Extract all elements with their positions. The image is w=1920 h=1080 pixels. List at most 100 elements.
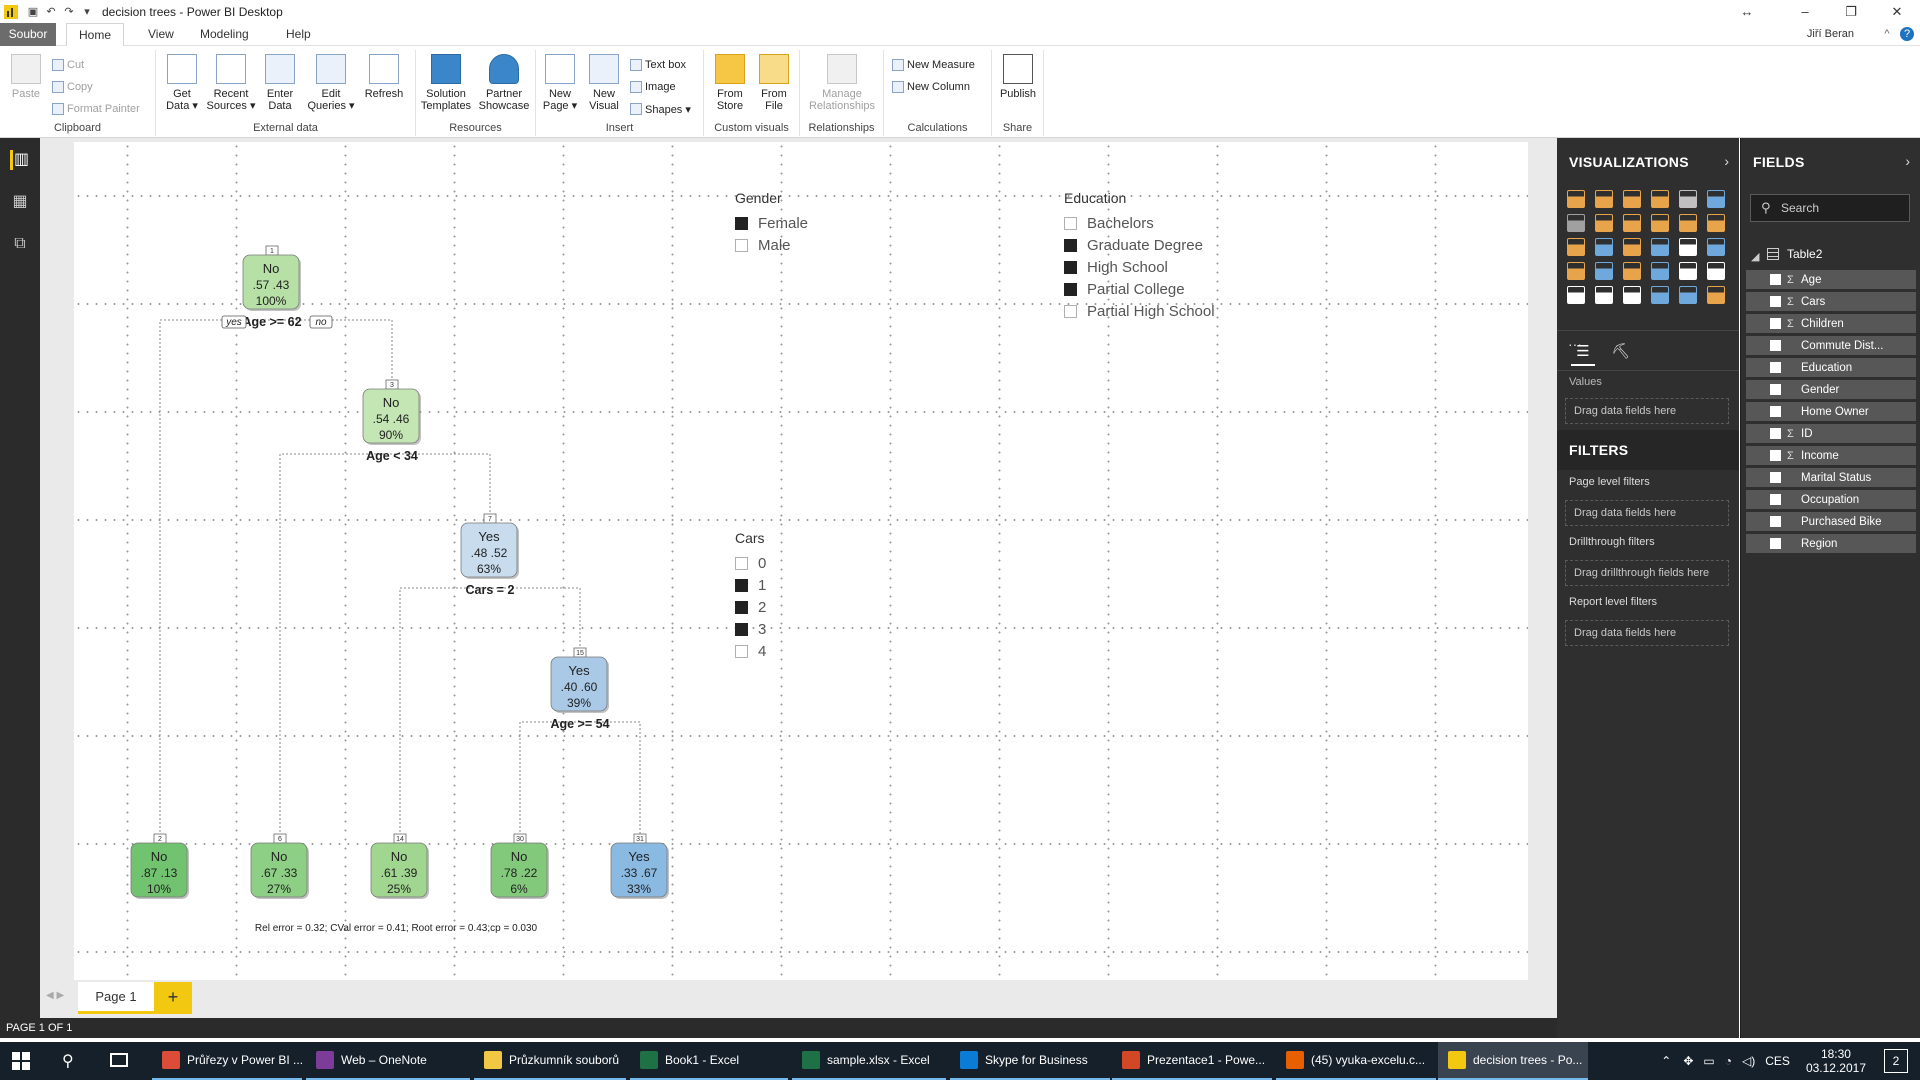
shapes-button[interactable]: Shapes ▾: [630, 100, 691, 118]
field-checkbox-icon[interactable]: [1770, 538, 1781, 549]
checkbox-icon[interactable]: [735, 600, 748, 614]
action-center-icon[interactable]: 2: [1884, 1049, 1908, 1073]
visual-type-icon[interactable]: [1679, 190, 1697, 208]
solution-templates-button[interactable]: Solution Templates: [418, 54, 474, 112]
visual-type-icon[interactable]: [1623, 190, 1641, 208]
visual-type-icon[interactable]: [1679, 214, 1697, 232]
windows-start-icon[interactable]: [12, 1052, 30, 1070]
field-checkbox-icon[interactable]: [1770, 384, 1781, 395]
cars-item[interactable]: 4: [735, 640, 766, 662]
field-item[interactable]: Σ Cars: [1746, 292, 1916, 311]
from-file-button[interactable]: From File: [752, 54, 796, 112]
new-page-button[interactable]: New Page ▾: [538, 54, 582, 112]
education-item[interactable]: Bachelors: [1064, 212, 1215, 234]
collapse-fields-icon[interactable]: ›: [1905, 153, 1910, 169]
visual-type-icon[interactable]: [1567, 190, 1585, 208]
checkbox-icon[interactable]: [1064, 282, 1077, 296]
field-item[interactable]: Σ Income: [1746, 446, 1916, 465]
cars-item[interactable]: 2: [735, 596, 766, 618]
gender-item[interactable]: Male: [735, 234, 808, 256]
field-item[interactable]: Marital Status: [1746, 468, 1916, 487]
field-item[interactable]: Gender: [1746, 380, 1916, 399]
tab-file[interactable]: Soubor: [0, 23, 56, 46]
format-painter-button[interactable]: Format Painter: [52, 100, 140, 118]
field-checkbox-icon[interactable]: [1770, 406, 1781, 417]
data-view-icon[interactable]: ▦: [10, 192, 30, 212]
cut-button[interactable]: Cut: [52, 56, 84, 74]
field-checkbox-icon[interactable]: [1770, 296, 1781, 307]
new-measure-button[interactable]: New Measure: [892, 56, 975, 74]
field-checkbox-icon[interactable]: [1770, 362, 1781, 373]
checkbox-icon[interactable]: [1064, 260, 1077, 274]
visual-type-icon[interactable]: [1595, 262, 1613, 280]
taskbar-app[interactable]: Skype for Business: [950, 1042, 1110, 1080]
taskbar-app[interactable]: sample.xlsx - Excel: [792, 1042, 946, 1080]
visual-type-icon[interactable]: [1651, 262, 1669, 280]
fields-search-input[interactable]: Search: [1750, 194, 1910, 222]
customize-qa-icon[interactable]: ▾: [78, 3, 96, 21]
visual-type-icon[interactable]: [1679, 262, 1697, 280]
expand-table-icon[interactable]: ◢: [1751, 250, 1759, 263]
from-store-button[interactable]: From Store: [708, 54, 752, 112]
report-view-icon[interactable]: ▥: [10, 150, 30, 170]
taskbar-app[interactable]: Book1 - Excel: [630, 1042, 788, 1080]
text-box-button[interactable]: Text box: [630, 56, 686, 74]
visual-type-icon[interactable]: [1567, 238, 1585, 256]
field-checkbox-icon[interactable]: [1770, 472, 1781, 483]
resize-arrows-icon[interactable]: ↔: [1724, 0, 1770, 23]
visual-type-icon[interactable]: [1679, 286, 1697, 304]
collapse-visualizations-icon[interactable]: ›: [1724, 153, 1729, 169]
save-icon[interactable]: ▣: [24, 3, 42, 21]
paste-button[interactable]: Paste: [4, 54, 48, 100]
network-icon[interactable]: ◔: [1725, 1054, 1732, 1068]
education-item[interactable]: Partial High School: [1064, 300, 1215, 322]
visual-type-icon[interactable]: [1623, 238, 1641, 256]
collapse-ribbon-icon[interactable]: ^: [1880, 27, 1894, 41]
publish-button[interactable]: Publish: [996, 54, 1040, 100]
partner-showcase-button[interactable]: Partner Showcase: [476, 54, 532, 112]
visual-type-icon[interactable]: [1651, 190, 1669, 208]
taskbar-app[interactable]: decision trees - Po...: [1438, 1042, 1588, 1080]
field-item[interactable]: Purchased Bike: [1746, 512, 1916, 531]
tab-modeling[interactable]: Modeling: [188, 23, 261, 46]
checkbox-icon[interactable]: [735, 578, 748, 592]
field-checkbox-icon[interactable]: [1770, 450, 1781, 461]
field-checkbox-icon[interactable]: [1770, 428, 1781, 439]
language-indicator[interactable]: CES: [1765, 1054, 1790, 1068]
decision-tree-visual[interactable]: 1 No .57 .43 100% Age >= 62yes no 3 No .54 .46 90…: [74, 142, 694, 942]
visual-type-icon[interactable]: [1707, 238, 1725, 256]
user-name[interactable]: Jiří Beran: [1807, 23, 1854, 46]
visual-type-icon[interactable]: [1567, 262, 1585, 280]
cars-item[interactable]: 0: [735, 552, 766, 574]
fields-well-icon[interactable]: ☰: [1571, 342, 1595, 366]
visual-type-icon[interactable]: [1595, 286, 1613, 304]
visual-type-icon[interactable]: [1651, 214, 1669, 232]
taskbar-app[interactable]: Web – OneNote: [306, 1042, 470, 1080]
cars-item[interactable]: 3: [735, 618, 766, 640]
visual-type-icon[interactable]: [1623, 262, 1641, 280]
new-column-button[interactable]: New Column: [892, 78, 970, 96]
gender-item[interactable]: Female: [735, 212, 808, 234]
tray-chevron-icon[interactable]: ⌃: [1661, 1054, 1671, 1068]
visual-type-icon[interactable]: [1707, 190, 1725, 208]
refresh-button[interactable]: Refresh: [362, 54, 406, 100]
battery-icon[interactable]: ▭: [1703, 1054, 1714, 1068]
taskbar-app[interactable]: (45) vyuka-excelu.c...: [1276, 1042, 1436, 1080]
tab-home[interactable]: Home: [66, 23, 125, 47]
manage-relationships-button[interactable]: Manage Relationships: [802, 54, 882, 112]
checkbox-icon[interactable]: [735, 556, 748, 570]
visual-type-icon[interactable]: [1595, 214, 1613, 232]
checkbox-icon[interactable]: [1064, 304, 1077, 318]
taskbar-app[interactable]: Prezentace1 - Powe...: [1112, 1042, 1272, 1080]
visual-type-icon[interactable]: [1651, 286, 1669, 304]
field-item[interactable]: Region: [1746, 534, 1916, 553]
visual-type-icon[interactable]: [1623, 214, 1641, 232]
field-item[interactable]: Commute Dist...: [1746, 336, 1916, 355]
visual-type-icon[interactable]: [1595, 190, 1613, 208]
tab-view[interactable]: View: [136, 23, 186, 46]
search-taskbar-icon[interactable]: ⚲: [62, 1051, 74, 1071]
field-item[interactable]: Σ Children: [1746, 314, 1916, 333]
field-item[interactable]: Σ ID: [1746, 424, 1916, 443]
get-data-button[interactable]: Get Data ▾: [160, 54, 204, 112]
checkbox-icon[interactable]: [735, 238, 748, 252]
